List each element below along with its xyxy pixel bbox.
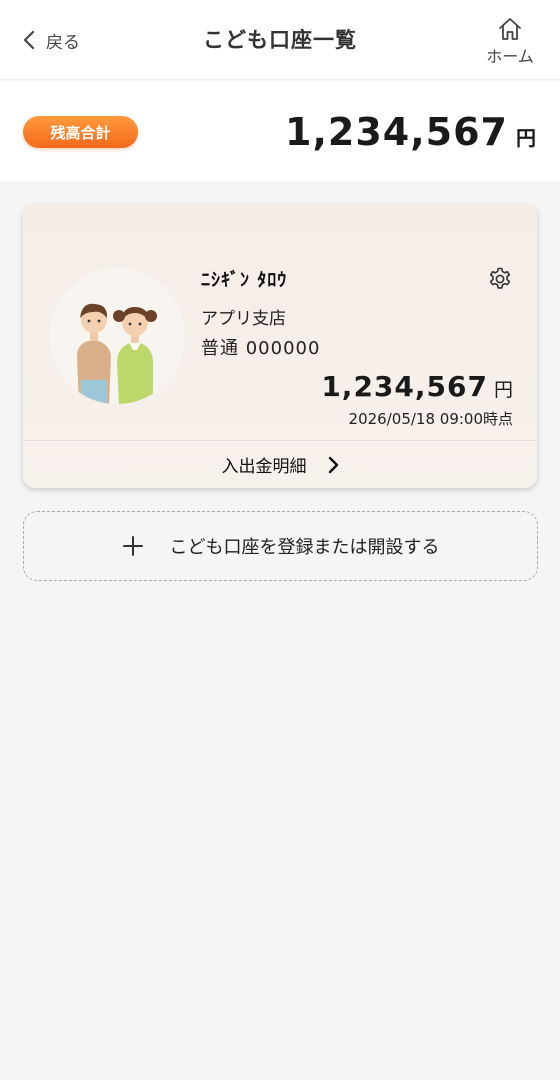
total-balance-amount: 1,234,567 (285, 110, 508, 154)
home-label: ホーム (486, 47, 534, 66)
transaction-details-link[interactable]: 入出金明細 (23, 441, 537, 488)
children-illustration (49, 268, 185, 404)
page-title: こども口座一覧 (203, 28, 357, 52)
account-card: ﾆｼｷﾞﾝ ﾀﾛｳ アプリ支店 普通 000000 1,234,567 円 20… (23, 204, 537, 488)
account-number: 普通 000000 (201, 338, 321, 359)
app-header: 戻る こども口座一覧 ホーム (0, 0, 560, 80)
total-balance-unit: 円 (516, 126, 536, 150)
children-avatar (49, 268, 185, 404)
total-balance-badge: 残高合計 (23, 116, 138, 148)
balance-timestamp: 2026/05/18 09:00時点 (348, 410, 513, 428)
chevron-right-icon (328, 456, 338, 473)
add-account-button[interactable]: こども口座を登録または開設する (23, 511, 538, 581)
branch-name: アプリ支店 (201, 309, 286, 329)
home-button[interactable]: ホーム (482, 16, 538, 68)
plus-icon (122, 536, 143, 556)
add-account-label: こども口座を登録または開設する (169, 537, 440, 558)
home-icon (499, 18, 521, 40)
transaction-details-label: 入出金明細 (221, 457, 307, 477)
balance-summary: 残高合計 1,234,567 円 (0, 81, 560, 181)
account-balance-unit: 円 (493, 379, 513, 401)
account-balance-amount: 1,234,567 (321, 370, 488, 403)
gear-icon[interactable] (487, 266, 513, 292)
account-holder-name: ﾆｼｷﾞﾝ ﾀﾛｳ (201, 270, 288, 291)
account-balance: 1,234,567 円 (321, 368, 513, 404)
total-balance: 1,234,567 円 (285, 105, 536, 155)
